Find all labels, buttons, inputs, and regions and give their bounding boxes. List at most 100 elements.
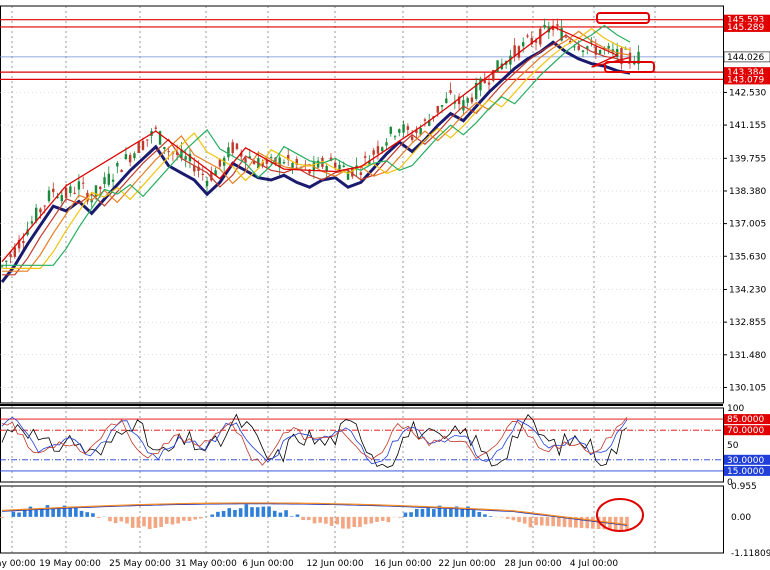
candle-body <box>372 150 375 155</box>
candle-body <box>235 143 239 149</box>
price-tick-label: 139.755 <box>729 154 766 164</box>
macd-histogram-bar <box>227 508 232 517</box>
macd-histogram-bar <box>329 516 334 526</box>
macd-histogram-bar <box>113 516 118 524</box>
macd-histogram-bar <box>170 516 175 525</box>
macd-histogram-bar <box>335 516 340 525</box>
macd-histogram-bar <box>250 507 254 517</box>
price-axis: 142.530 141.155 139.755 138.380 137.005 135.6… <box>723 14 770 559</box>
candle-body <box>52 188 55 193</box>
macd-histogram-bar <box>477 512 482 517</box>
candle-body <box>39 208 42 213</box>
candle-body <box>231 142 234 154</box>
time-label: 19 May 00:00 <box>39 559 101 569</box>
macd-histogram-bar <box>96 516 101 518</box>
macd-histogram-bar <box>539 516 544 526</box>
candle-body <box>402 124 405 133</box>
trading-chart[interactable]: 142.530 141.155 139.755 138.380 137.005 135.6… <box>0 0 770 570</box>
candle-body <box>5 260 8 262</box>
time-label: 6 Jun 00:00 <box>242 559 294 569</box>
price-frame <box>0 5 724 404</box>
candle-body <box>436 106 439 113</box>
candle-body <box>470 97 474 103</box>
candle-body <box>359 172 363 176</box>
macd-panel[interactable] <box>0 502 629 531</box>
macd-histogram-bar <box>386 516 391 523</box>
oscillator-panel[interactable] <box>0 413 723 472</box>
candle-body <box>423 119 427 121</box>
macd-histogram-bar <box>164 516 169 524</box>
drawing-annotations[interactable] <box>596 12 655 532</box>
annotation-box-top[interactable] <box>596 12 650 24</box>
macd-histogram-bar <box>346 516 351 529</box>
macd-histogram-bar <box>551 516 555 527</box>
candle-body <box>445 98 448 104</box>
time-label: 4 Jul 00:00 <box>570 559 619 569</box>
candle-body <box>73 192 76 194</box>
macd-histogram-bar <box>216 511 220 517</box>
candle-body <box>325 166 328 172</box>
price-level-label: 143.079 <box>727 75 764 85</box>
candle-body <box>526 35 529 37</box>
macd-histogram-bar <box>432 509 436 517</box>
price-panel[interactable] <box>0 18 723 284</box>
macd-histogram-bar <box>182 516 186 521</box>
moving-average-line[interactable] <box>2 27 631 269</box>
macd-histogram-bar <box>528 516 533 528</box>
candle-body <box>577 45 580 50</box>
macd-histogram-bar <box>11 511 16 517</box>
macd-histogram-bar <box>522 516 527 524</box>
candle-body <box>479 78 482 91</box>
candle-body <box>389 126 392 134</box>
candle-body <box>22 240 25 244</box>
macd-histogram-bar <box>136 516 141 528</box>
macd-histogram-bar <box>591 516 595 529</box>
candle-body <box>556 24 559 26</box>
time-label: 22 Jun 00:00 <box>438 559 495 569</box>
candle-body <box>513 45 516 57</box>
candle-body <box>363 156 367 158</box>
candle-body <box>60 195 64 202</box>
macd-histogram-bar <box>17 512 21 517</box>
candle-body <box>69 186 72 194</box>
candle-body <box>410 136 414 141</box>
candle-body <box>30 221 34 224</box>
oscillator-level-label: 85.0000 <box>727 415 764 425</box>
macd-histogram-bar <box>125 516 129 524</box>
candle-body <box>466 98 469 103</box>
macd-histogram-bar <box>255 507 260 517</box>
macd-histogram-bar <box>119 516 124 522</box>
macd-histogram-bar <box>500 516 504 518</box>
macd-histogram-bar <box>45 505 50 517</box>
candle-body <box>47 190 51 202</box>
candle-body <box>406 126 410 130</box>
candle-body <box>64 187 68 199</box>
price-tick-label: 138.380 <box>729 187 766 197</box>
macd-histogram-bar <box>414 508 419 517</box>
candle-body <box>393 136 397 138</box>
macd-histogram-bar <box>238 508 243 517</box>
candle-body <box>43 205 46 207</box>
candle-body <box>628 52 632 62</box>
candle-body <box>338 164 341 170</box>
moving-average-line[interactable] <box>2 30 631 272</box>
candle-body <box>342 165 345 167</box>
macd-histogram-bar <box>295 514 300 517</box>
macd-histogram-bar <box>278 512 283 517</box>
candle-body <box>184 156 187 160</box>
macd-histogram-bar <box>51 508 55 517</box>
candle-body <box>269 156 273 158</box>
price-tick-label: 137.005 <box>729 220 766 230</box>
macd-histogram-bar <box>0 516 4 518</box>
macd-histogram-bar <box>318 516 322 523</box>
candle-body <box>103 177 106 185</box>
macd-histogram-bar <box>420 508 425 517</box>
macd-histogram-bar <box>284 510 288 517</box>
macd-histogram-bar <box>74 507 78 517</box>
price-tick-label: 130.105 <box>729 383 766 393</box>
macd-histogram-bar <box>85 512 90 517</box>
macd-histogram-bar <box>187 516 192 522</box>
macd-histogram-bar <box>130 516 135 528</box>
candle-body <box>163 147 166 150</box>
macd-histogram-bar <box>534 516 538 526</box>
